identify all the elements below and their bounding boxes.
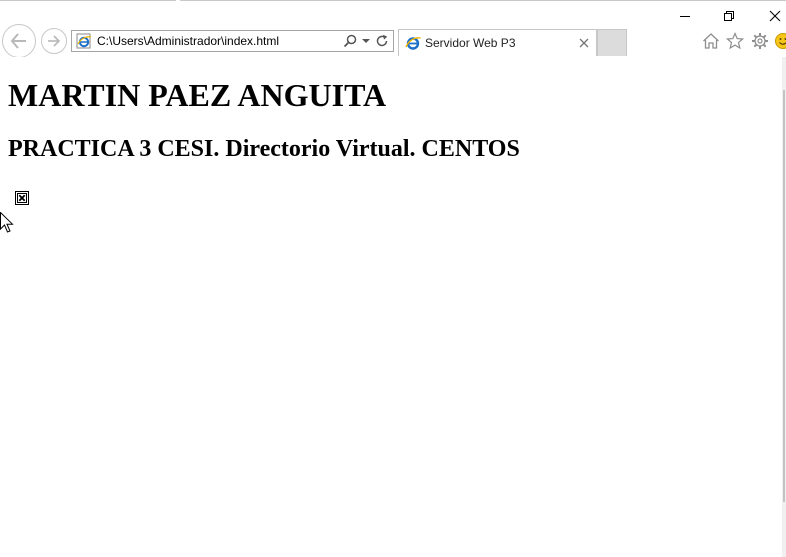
new-tab-button[interactable] xyxy=(597,29,627,56)
address-text[interactable]: C:\Users\Administrador\index.html xyxy=(97,34,342,48)
tab-title: Servidor Web P3 xyxy=(425,36,516,50)
home-icon[interactable] xyxy=(701,31,721,51)
browser-window: C:\Users\Administrador\index.html Servid… xyxy=(0,0,786,557)
close-icon[interactable] xyxy=(764,6,786,26)
page-heading-name: MARTIN PAEZ ANGUITA xyxy=(8,77,387,113)
ie-page-icon xyxy=(76,33,92,49)
favorites-star-icon[interactable] xyxy=(725,31,745,51)
settings-gear-icon[interactable] xyxy=(750,31,770,51)
tab-close-icon[interactable] xyxy=(575,34,593,52)
page-heading-practice: PRACTICA 3 CESI. Directorio Virtual. CEN… xyxy=(8,136,520,162)
forward-button[interactable] xyxy=(41,28,67,54)
broken-image-icon xyxy=(15,191,29,205)
window-top-border-gap xyxy=(176,0,180,1)
back-arrow-icon xyxy=(10,33,26,49)
minimize-icon[interactable] xyxy=(674,6,696,26)
feedback-smiley-icon[interactable] xyxy=(774,31,786,51)
ie-logo-icon xyxy=(405,37,421,50)
scrollbar-thumb[interactable] xyxy=(783,90,785,502)
forward-arrow-icon xyxy=(48,35,61,47)
mouse-pointer-icon xyxy=(0,212,14,233)
page-content: MARTIN PAEZ ANGUITA PRACTICA 3 CESI. Dir… xyxy=(0,57,783,557)
tab-servidor-web[interactable]: Servidor Web P3 xyxy=(398,29,597,56)
search-icon[interactable] xyxy=(342,33,358,49)
restore-icon[interactable] xyxy=(718,6,740,26)
address-bar[interactable]: C:\Users\Administrador\index.html xyxy=(71,30,394,52)
back-button[interactable] xyxy=(2,24,36,58)
dropdown-icon[interactable] xyxy=(358,33,374,49)
window-top-border xyxy=(0,0,786,1)
refresh-icon[interactable] xyxy=(374,33,390,49)
